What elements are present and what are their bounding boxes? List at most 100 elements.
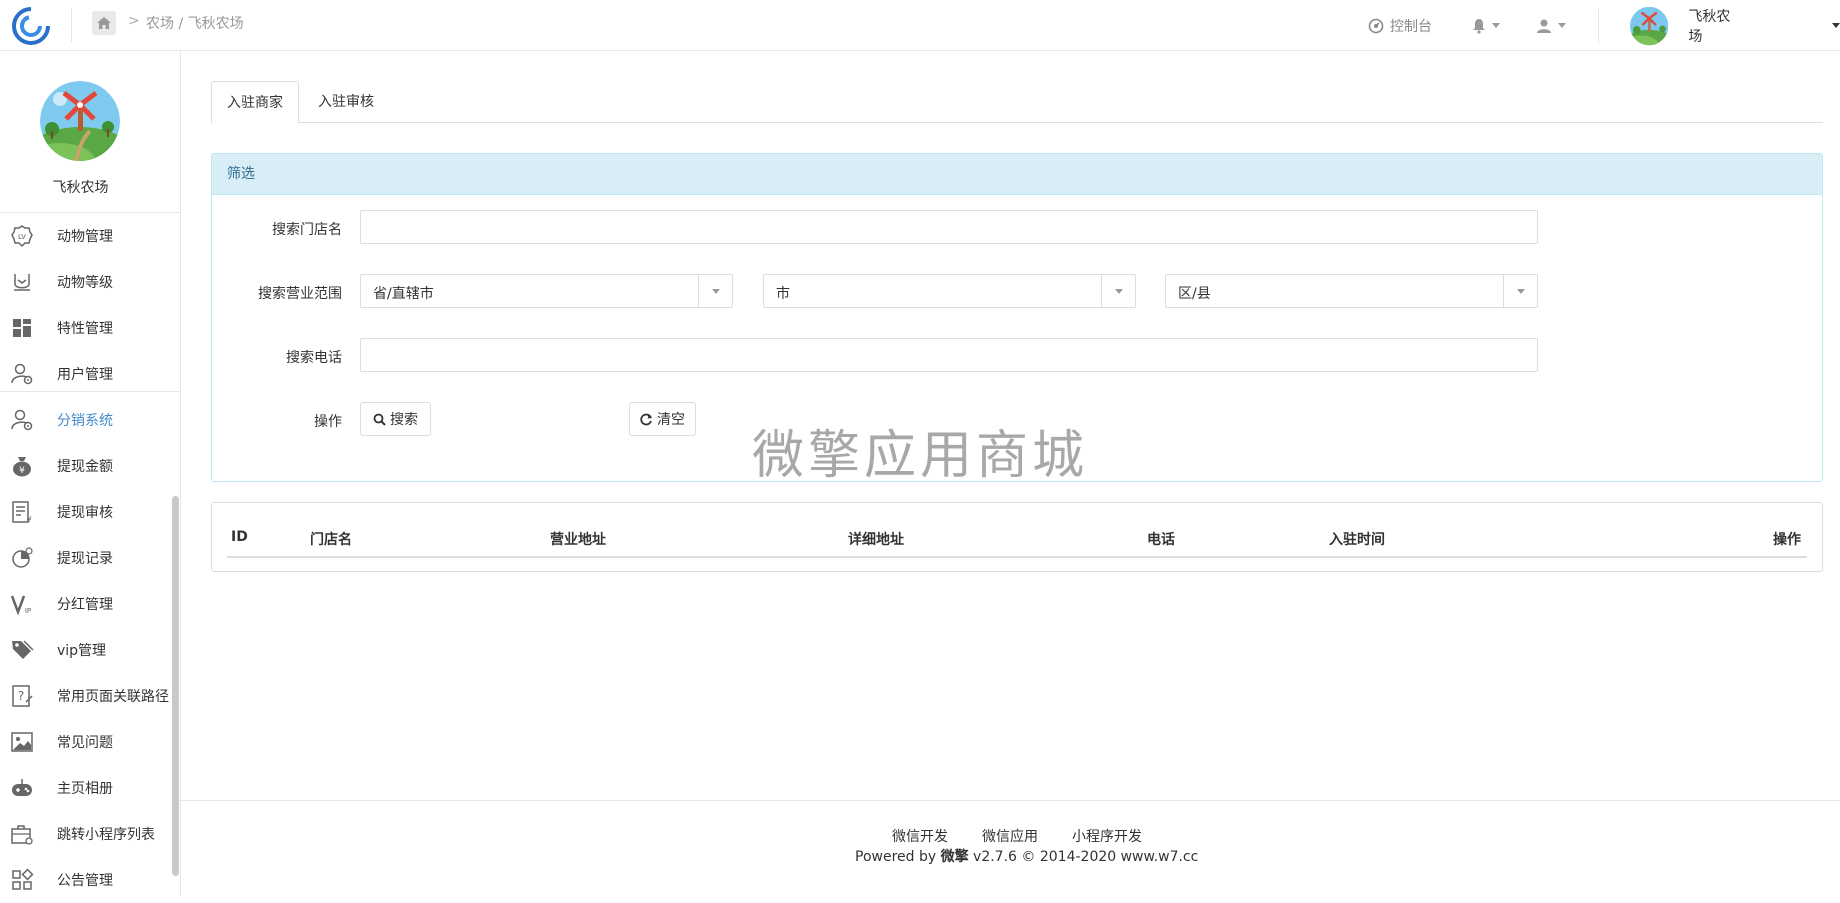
sidebar-item-mini-programs[interactable]: 跳转小程序列表 [0,811,181,857]
footer-copyright: Powered by 微擎 v2.7.6 © 2014-2020 www.w7.… [855,846,1198,866]
sidebar-item-label: 跳转小程序列表 [57,827,155,843]
svg-text:?: ? [18,689,24,703]
user-gear-icon [11,363,33,385]
sidebar-item-withdraw-review[interactable]: ¥ 提现审核 [0,489,181,535]
gamepad-icon [12,779,32,796]
sidebar-item-users[interactable]: 用户管理 [0,351,181,397]
level-icon [14,274,30,291]
province-select-value: 省/直辖市 [373,286,434,302]
breadcrumb[interactable]: 农场 / 飞秋农场 [146,13,244,33]
chevron-down-icon [1114,288,1123,294]
district-select[interactable]: 区/县 [1165,274,1538,308]
account-dropdown[interactable]: 飞秋农场 [1630,0,1840,51]
footer-copy-prefix: Powered by [855,849,941,865]
footer-copy-suffix: v2.7.6 © 2014-2020 www.w7.cc [968,849,1199,865]
sidebar-item-page-paths[interactable]: ? 常用页面关联路径 [0,673,181,719]
refresh-icon [640,413,652,425]
city-select-value: 市 [776,286,790,302]
sidebar-item-withdraw-records[interactable]: 提现记录 [0,535,181,581]
store-name-label: 搜索门店名 [272,222,342,238]
farm-name: 飞秋农场 [52,180,109,196]
footer-link-wechat-apps[interactable]: 微信应用 [982,826,1038,846]
footer-divider [181,800,1840,801]
sidebar-item-dividend[interactable]: IP 分红管理 [0,581,181,627]
sidebar-item-features[interactable]: 特性管理 [0,305,181,351]
column-header-phone: 电话 [1147,532,1175,548]
app-logo-icon[interactable] [10,5,52,47]
chevron-down-icon [1558,23,1566,28]
sidebar-item-label: 用户管理 [57,367,113,383]
console-link[interactable]: 控制台 [1368,0,1432,51]
lv-badge-icon: LV [11,225,33,248]
clear-button-label: 清空 [657,412,685,428]
sidebar-item-distribution[interactable]: 分销系统 [0,397,181,443]
money-bag-icon: ¥ [13,457,31,477]
sidebar-item-label: vip管理 [57,643,107,659]
svg-text:¥: ¥ [26,515,31,524]
receipt-icon: ¥ [12,501,32,524]
city-select[interactable]: 市 [763,274,1136,308]
svg-text:IP: IP [25,607,31,615]
sidebar-item-label: 公告管理 [57,873,113,889]
sidebar-item-label: 提现金额 [57,459,113,475]
sidebar: 飞秋农场 LV 动物管理 动物等级 特性管理 用户管理 分销系统 ¥ 提现金额 … [0,51,181,895]
watermark: 微擎应用商城 [752,426,1089,486]
city-select-toggle[interactable] [1101,275,1135,307]
column-header-actions: 操作 [1773,532,1801,548]
column-header-join-time: 入驻时间 [1329,532,1385,548]
question-doc-icon: ? [12,685,33,707]
actions-label: 操作 [314,414,342,430]
sidebar-item-animal-level[interactable]: 动物等级 [0,259,181,305]
user-dropdown[interactable] [1536,0,1566,51]
district-select-toggle[interactable] [1503,275,1537,307]
column-header-business-address: 营业地址 [550,532,606,548]
home-button[interactable] [92,11,116,35]
logo-divider [71,8,72,42]
sidebar-item-label: 常见问题 [57,735,113,751]
briefcase-gear-icon [11,825,33,845]
chevron-down-icon [1832,23,1840,28]
table-header-row: ID 门店名 营业地址 详细地址 电话 入驻时间 操作 [227,525,1807,558]
clear-button[interactable]: 清空 [629,402,696,436]
console-label: 控制台 [1390,18,1432,35]
column-header-detail-address: 详细地址 [848,532,904,548]
phone-label: 搜索电话 [286,350,342,366]
vip-icon: IP [10,595,31,616]
notifications-dropdown[interactable] [1472,0,1500,51]
search-button[interactable]: 搜索 [360,402,431,436]
store-name-input[interactable] [360,210,1538,244]
svg-text:¥: ¥ [19,466,25,476]
phone-input[interactable] [360,338,1538,372]
district-select-value: 区/县 [1178,286,1211,302]
sidebar-item-announcements[interactable]: 公告管理 [0,857,181,903]
footer-link-wechat-dev[interactable]: 微信开发 [892,826,948,846]
sidebar-item-label: 常用页面关联路径 [57,689,169,705]
footer-brand: 微擎 [940,849,969,865]
sidebar-scrollbar[interactable] [172,496,179,876]
home-icon [97,17,111,29]
sidebar-item-faq[interactable]: 常见问题 [0,719,181,765]
province-select[interactable]: 省/直辖市 [360,274,733,308]
sidebar-item-withdraw-amount[interactable]: ¥ 提现金额 [0,443,181,489]
account-avatar [1630,6,1669,45]
column-header-id: ID [231,529,248,545]
sidebar-item-animal-management[interactable]: LV 动物管理 [0,213,181,259]
tab-merchants[interactable]: 入驻商家 [211,81,299,124]
image-icon [11,732,33,752]
tab-review[interactable]: 入驻审核 [303,81,389,123]
breadcrumb-separator: > [128,13,140,29]
grid-icon [13,319,31,337]
sidebar-item-album[interactable]: 主页相册 [0,765,181,811]
sidebar-menu: LV 动物管理 动物等级 特性管理 用户管理 分销系统 ¥ 提现金额 ¥ 提现审… [0,213,181,903]
province-select-toggle[interactable] [698,275,732,307]
search-icon [373,413,386,426]
footer-link-miniprogram-dev[interactable]: 小程序开发 [1072,826,1142,846]
sidebar-item-label: 分销系统 [57,413,113,429]
chevron-down-icon [1516,288,1525,294]
footer-links: 微信开发 微信应用 小程序开发 [892,826,1142,846]
chart-clock-icon [12,547,33,568]
sidebar-item-vip[interactable]: vip管理 [0,627,181,673]
sidebar-item-label: 分红管理 [57,597,113,613]
top-bar: > 农场 / 飞秋农场 控制台 飞秋农场 [0,0,1840,51]
tag-icon [12,640,34,659]
